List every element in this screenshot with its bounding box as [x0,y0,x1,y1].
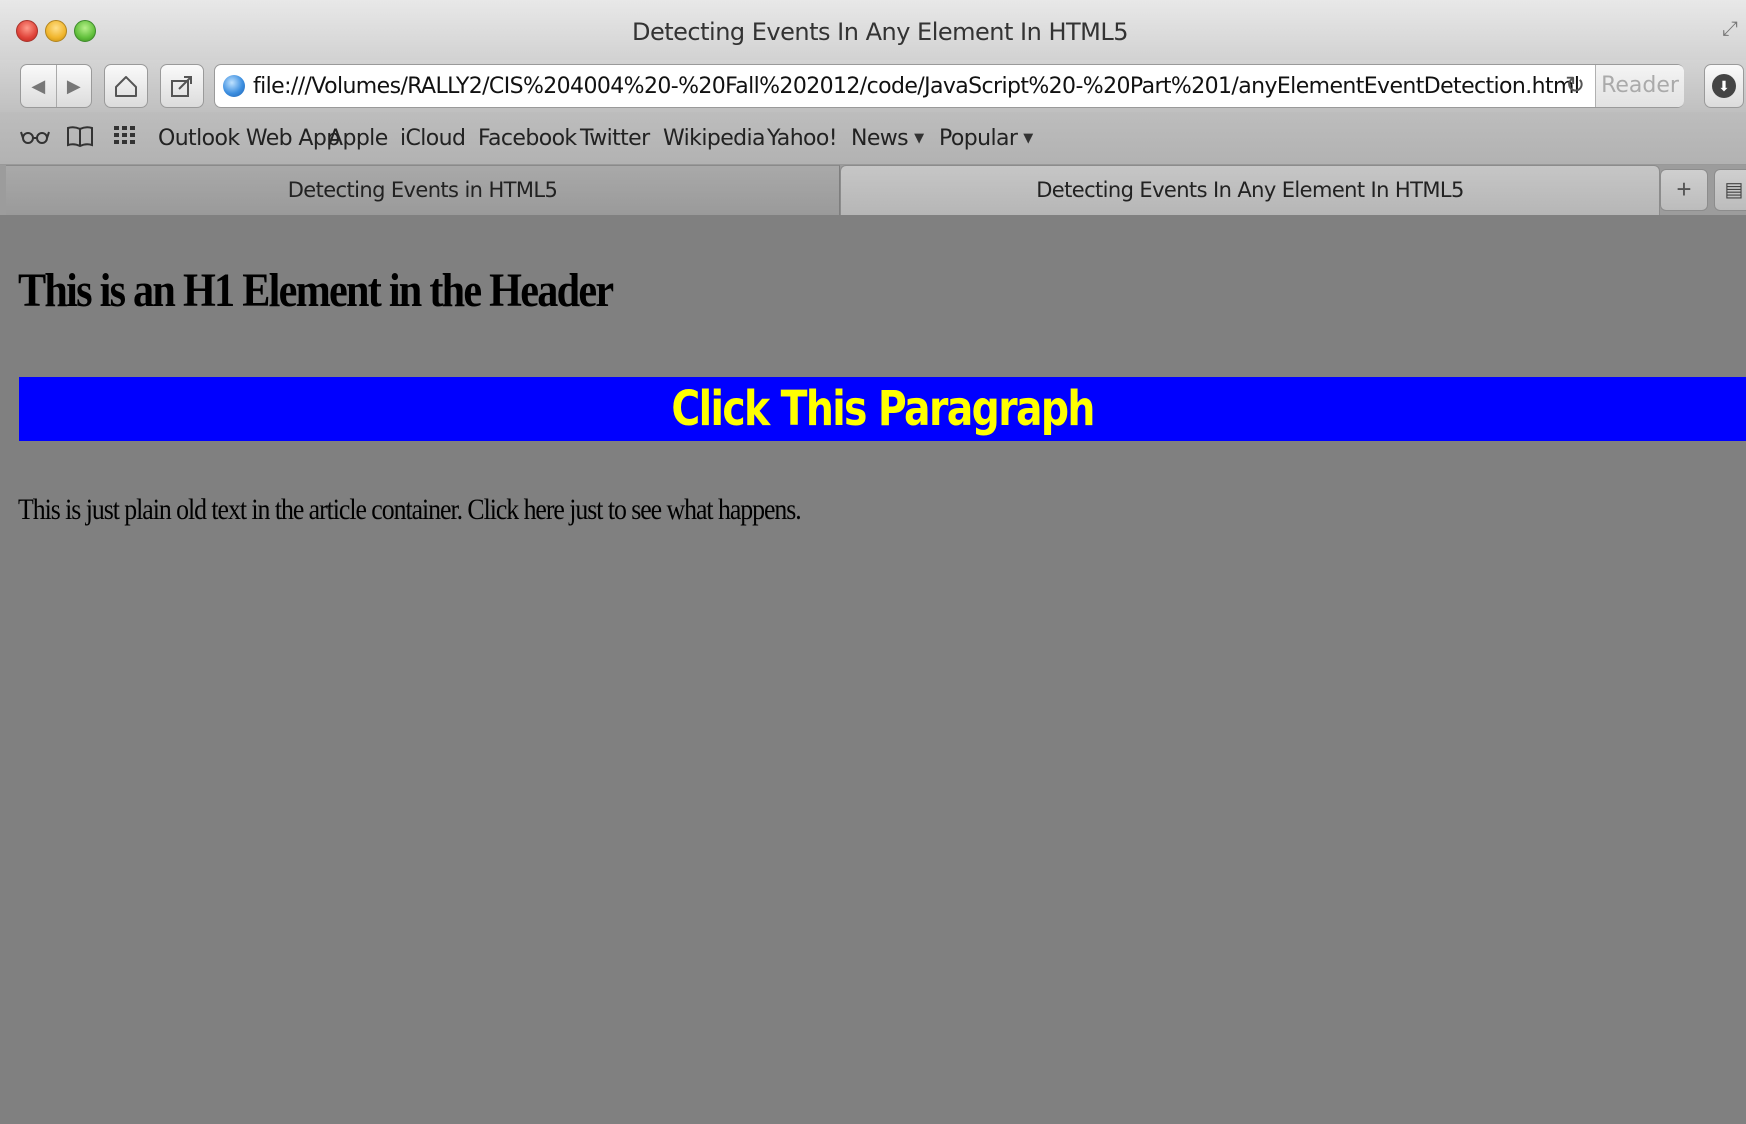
bookmark-popular-label: Popular [939,126,1018,151]
article-plain-text[interactable]: This is just plain old text in the artic… [18,493,802,527]
chevron-down-icon: ▼ [1023,131,1033,146]
home-button[interactable] [104,64,148,108]
browser-window: Detecting Events In Any Element In HTML5… [0,0,1746,1124]
forward-button[interactable]: ▶ [55,65,92,107]
bookmark-yahoo[interactable]: Yahoo! [767,126,838,151]
window-title: Detecting Events In Any Element In HTML5 [632,18,1129,46]
toolbar: ◀ ▶ file:///Volumes/RALLY2/CIS%204004%20… [0,60,1746,112]
tab-detecting-events-any-element[interactable]: Detecting Events In Any Element In HTML5 [840,165,1660,215]
url-text[interactable]: file:///Volumes/RALLY2/CIS%204004%20-%20… [253,74,1580,99]
share-icon [171,76,192,97]
back-forward-buttons: ◀ ▶ [20,64,92,108]
title-bar: Detecting Events In Any Element In HTML5… [0,0,1746,60]
bookmark-news-label: News [851,126,909,151]
share-button[interactable] [160,64,204,108]
download-icon: ⬇ [1712,74,1736,98]
reading-list-icon[interactable] [20,124,50,154]
tab-overview-icon: ▤ [1724,179,1744,201]
bookmarks-bar: Outlook Web App Apple iCloud Facebook Tw… [0,112,1746,165]
page-content: This is an H1 Element in the Header Clic… [6,215,1746,1124]
downloads-button[interactable]: ⬇ [1704,64,1744,108]
back-button[interactable]: ◀ [21,65,56,107]
new-tab-button[interactable]: + [1660,169,1708,211]
bookmark-wikipedia[interactable]: Wikipedia [663,126,766,151]
bookmark-outlook-web-app[interactable]: Outlook Web App [158,126,340,151]
click-this-paragraph[interactable]: Click This Paragraph [19,377,1746,441]
bookmark-news-menu[interactable]: News ▼ [851,126,924,151]
bookmark-twitter[interactable]: Twitter [580,126,650,151]
bookmark-icloud[interactable]: iCloud [400,126,466,151]
tab-view-button[interactable]: ▤ [1714,169,1746,211]
fullscreen-icon[interactable]: ⤢ [1722,18,1744,42]
bookmarks-book-icon[interactable] [66,124,94,154]
globe-icon [223,75,245,97]
home-icon [115,76,137,97]
page-heading[interactable]: This is an H1 Element in the Header [18,263,614,318]
plus-icon: + [1676,174,1692,204]
top-sites-grid-icon[interactable] [112,124,138,154]
reader-button[interactable]: Reader [1595,65,1684,107]
bookmark-popular-menu[interactable]: Popular ▼ [939,126,1033,151]
address-bar[interactable]: file:///Volumes/RALLY2/CIS%204004%20-%20… [214,64,1684,108]
bookmark-facebook[interactable]: Facebook [478,126,577,151]
click-this-paragraph-text: Click This Paragraph [671,381,1095,437]
reload-icon[interactable]: ↻ [1565,71,1585,100]
bookmark-apple[interactable]: Apple [328,126,388,151]
chevron-down-icon: ▼ [914,131,924,146]
tab-bar: Detecting Events in HTML5 Detecting Even… [0,165,1746,215]
tab-detecting-events[interactable]: Detecting Events in HTML5 [6,165,840,215]
